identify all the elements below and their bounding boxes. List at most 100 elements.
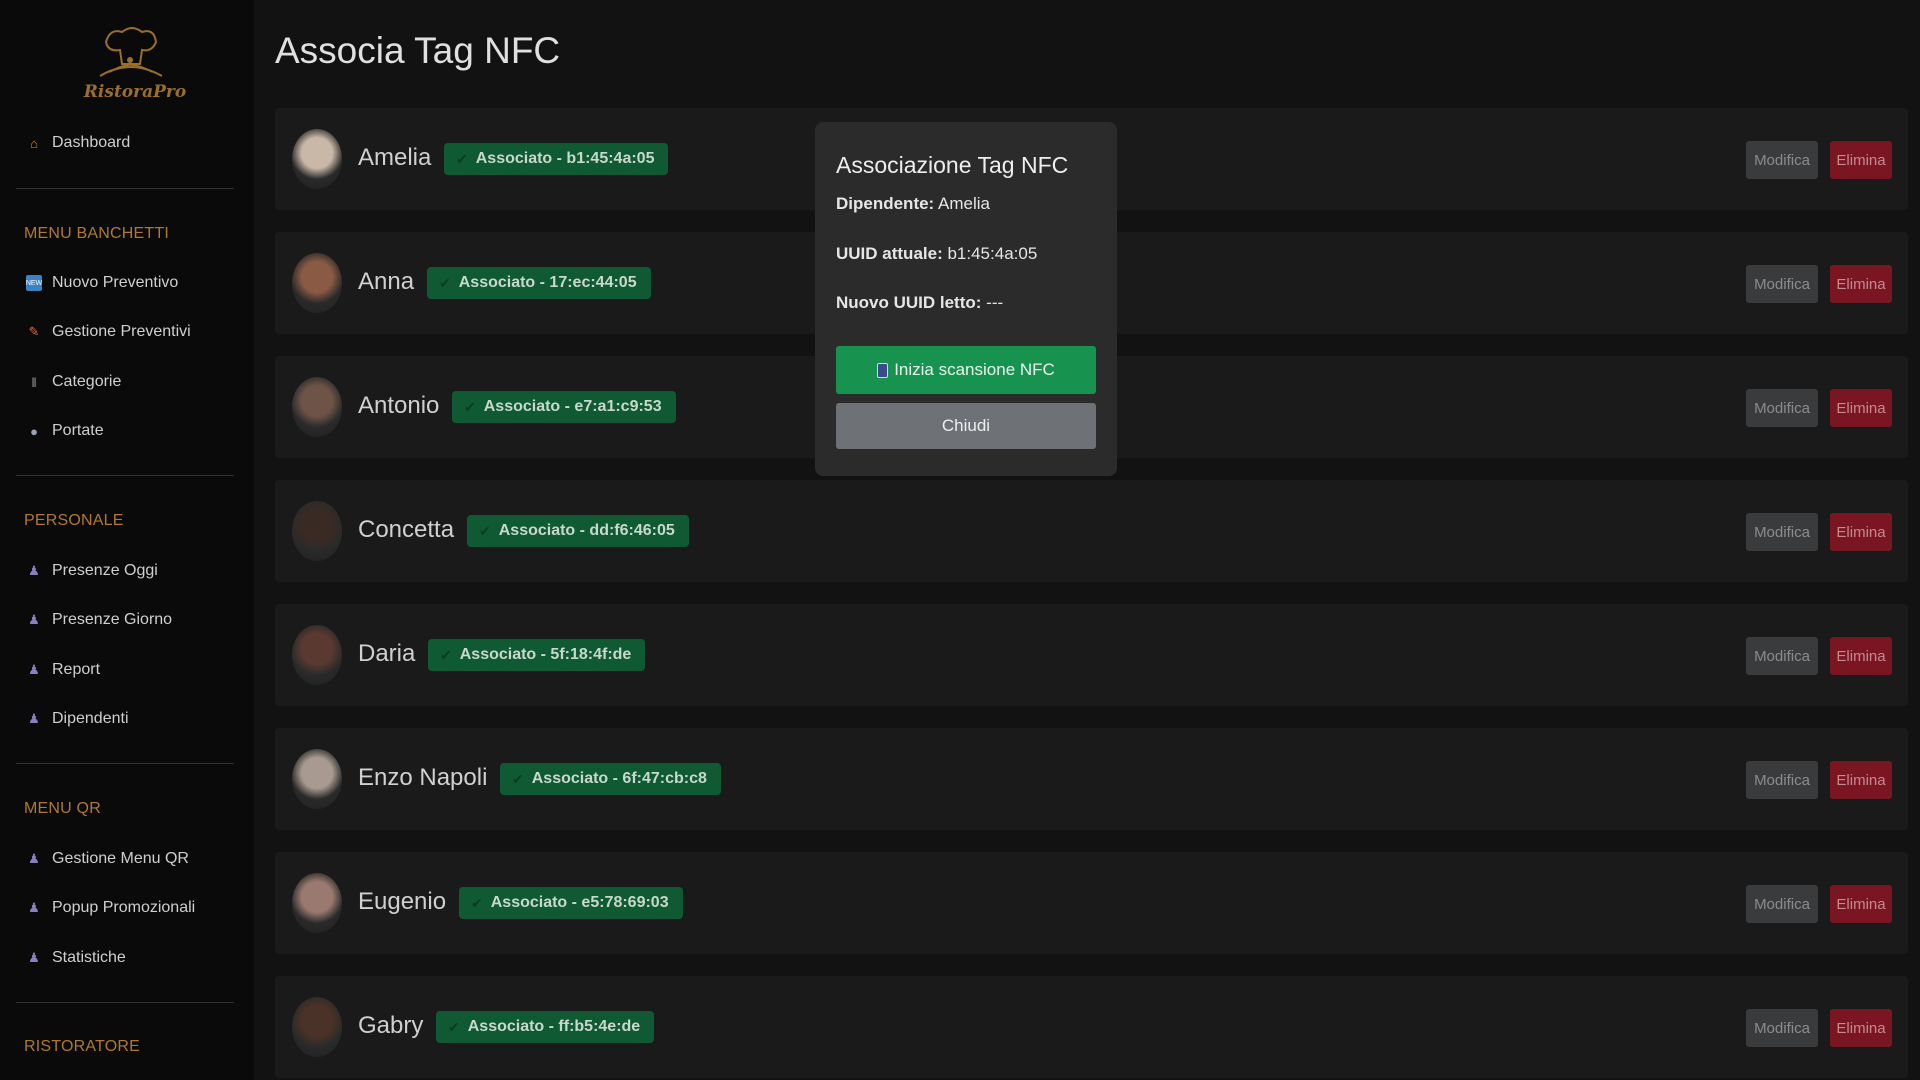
modal-uuid-label: UUID attuale:: [836, 244, 943, 263]
employee-name: Enzo Napoli: [358, 764, 488, 791]
nav-portate[interactable]: ● Portate: [26, 416, 104, 446]
section-menu-qr: MENU QR: [24, 800, 101, 817]
nav-report[interactable]: ♟ Report: [26, 655, 100, 685]
employee-avatar: [292, 625, 342, 685]
nfc-status-text: Associato - b1:45:4a:05: [475, 150, 655, 167]
nfc-status-text: Associato - e7:a1:c9:53: [483, 398, 662, 415]
delete-button[interactable]: Elimina: [1830, 389, 1892, 427]
nfc-status-badge: ✔ Associato - dd:f6:46:05: [467, 515, 689, 547]
delete-button[interactable]: Elimina: [1830, 141, 1892, 179]
sidebar-divider: [16, 475, 234, 476]
nav-report-label: Report: [52, 661, 101, 678]
edit-button[interactable]: Modifica: [1746, 513, 1818, 551]
nav-dashboard[interactable]: ⌂ Dashboard: [26, 128, 130, 158]
nav-gestione-preventivi[interactable]: ✎ Gestione Preventivi: [26, 317, 191, 347]
person-icon: ♟: [28, 612, 40, 627]
nfc-status-badge: ✔ Associato - b1:45:4a:05: [444, 143, 669, 175]
nfc-status-text: Associato - 6f:47:cb:c8: [531, 770, 707, 787]
start-nfc-scan-button[interactable]: Inizia scansione NFC: [836, 346, 1096, 394]
delete-button[interactable]: Elimina: [1830, 761, 1892, 799]
nfc-status-text: Associato - 5f:18:4f:de: [459, 646, 632, 663]
nav-statistiche[interactable]: ♟ Statistiche: [26, 943, 126, 973]
employee-avatar: [292, 253, 342, 313]
nav-popup-promozionali[interactable]: ♟ Popup Promozionali: [26, 893, 195, 923]
delete-button[interactable]: Elimina: [1830, 1009, 1892, 1047]
person-icon: ♟: [28, 900, 40, 915]
employee-name: Antonio: [358, 392, 440, 419]
employee-row: Gabry ✔ Associato - ff:b5:4e:de Modifica Eli…: [275, 976, 1908, 1078]
phone-icon: [877, 362, 889, 378]
pencil-icon: ✎: [28, 324, 40, 339]
nfc-status-badge: ✔ Associato - e5:78:69:03: [459, 887, 683, 919]
logo: RistoraPro: [70, 24, 190, 110]
nav-categorie[interactable]: ‖ Categorie: [26, 367, 121, 397]
nfc-status-badge: ✔ Associato - e7:a1:c9:53: [452, 391, 676, 423]
edit-button[interactable]: Modifica: [1746, 885, 1818, 923]
nav-nuovo-preventivo[interactable]: NEW Nuovo Preventivo: [26, 268, 178, 298]
employee-avatar: [292, 129, 342, 189]
employee-avatar: [292, 997, 342, 1057]
section-ristoratore: RISTORATORE: [24, 1038, 140, 1055]
section-menu-banchetti: MENU BANCHETTI: [24, 225, 170, 242]
edit-button[interactable]: Modifica: [1746, 141, 1818, 179]
employee-name: Daria: [358, 640, 416, 667]
nav-popup-promozionali-label: Popup Promozionali: [52, 899, 196, 916]
modal-title: Associazione Tag NFC: [836, 152, 1069, 178]
nav-statistiche-label: Statistiche: [52, 949, 126, 966]
employee-name: Eugenio: [358, 888, 447, 915]
edit-button[interactable]: Modifica: [1746, 389, 1818, 427]
delete-button[interactable]: Elimina: [1830, 637, 1892, 675]
logo-text: RistoraPro: [83, 82, 187, 102]
check-icon: ✔: [512, 770, 524, 787]
home-icon: ⌂: [30, 135, 38, 151]
nav-presenze-giorno[interactable]: ♟ Presenze Giorno: [26, 605, 172, 635]
edit-button[interactable]: Modifica: [1746, 761, 1818, 799]
nfc-modal: Associazione Tag NFC Dipendente: Amelia …: [815, 122, 1117, 476]
nav-gestione-menu-qr-label: Gestione Menu QR: [52, 850, 189, 867]
sidebar-divider: [16, 1002, 234, 1003]
edit-button[interactable]: Modifica: [1746, 1009, 1818, 1047]
employee-row: Enzo Napoli ✔ Associato - 6f:47:cb:c8 Modif…: [275, 728, 1908, 830]
nav-dipendenti[interactable]: ♟ Dipendenti: [26, 704, 128, 734]
nav-categorie-label: Categorie: [52, 373, 122, 390]
nav-dashboard-label: Dashboard: [52, 134, 131, 151]
start-nfc-scan-label: Inizia scansione NFC: [894, 360, 1055, 379]
modal-new-uuid-value: ---: [986, 293, 1004, 312]
nav-presenze-giorno-label: Presenze Giorno: [52, 611, 173, 628]
close-modal-button[interactable]: Chiudi: [836, 403, 1096, 449]
employee-avatar: [292, 501, 342, 561]
nfc-status-text: Associato - 17:ec:44:05: [458, 274, 637, 291]
employee-row: Concetta ✔ Associato - dd:f6:46:05 Modifica…: [275, 480, 1908, 582]
person-icon: ♟: [28, 662, 40, 677]
employee-name: Concetta: [358, 516, 455, 543]
modal-employee-value: Amelia: [938, 194, 990, 213]
fork-knife-icon: ‖: [31, 374, 37, 390]
employee-avatar: [292, 749, 342, 809]
nav-gestione-menu-qr[interactable]: ♟ Gestione Menu QR: [26, 844, 189, 874]
modal-employee-line: Dipendente: Amelia: [836, 194, 990, 214]
person-icon: ♟: [28, 950, 40, 965]
person-icon: ♟: [28, 711, 40, 726]
nav-nuovo-preventivo-label: Nuovo Preventivo: [52, 274, 179, 291]
delete-button[interactable]: Elimina: [1830, 265, 1892, 303]
edit-button[interactable]: Modifica: [1746, 637, 1818, 675]
nav-presenze-oggi[interactable]: ♟ Presenze Oggi: [26, 556, 158, 586]
edit-button[interactable]: Modifica: [1746, 265, 1818, 303]
nfc-status-text: Associato - dd:f6:46:05: [498, 522, 675, 539]
nfc-status-badge: ✔ Associato - 5f:18:4f:de: [428, 639, 646, 671]
modal-new-uuid-line: Nuovo UUID letto: ---: [836, 293, 1003, 313]
nfc-status-badge: ✔ Associato - 17:ec:44:05: [427, 267, 651, 299]
employee-name: Gabry: [358, 1012, 424, 1039]
check-icon: ✔: [448, 1018, 460, 1035]
check-icon: ✔: [471, 894, 483, 911]
employee-row: Eugenio ✔ Associato - e5:78:69:03 Modifica E…: [275, 852, 1908, 954]
modal-uuid-value: b1:45:4a:05: [947, 244, 1038, 263]
employee-avatar: [292, 377, 342, 437]
modal-employee-label: Dipendente:: [836, 194, 935, 213]
sidebar: RistoraPro ⌂ Dashboard MENU BANCHETTI NE…: [0, 0, 254, 1080]
modal-uuid-line: UUID attuale: b1:45:4a:05: [836, 244, 1037, 264]
delete-button[interactable]: Elimina: [1830, 513, 1892, 551]
delete-button[interactable]: Elimina: [1830, 885, 1892, 923]
modal-new-uuid-label: Nuovo UUID letto:: [836, 293, 982, 312]
person-icon: ♟: [28, 563, 40, 578]
